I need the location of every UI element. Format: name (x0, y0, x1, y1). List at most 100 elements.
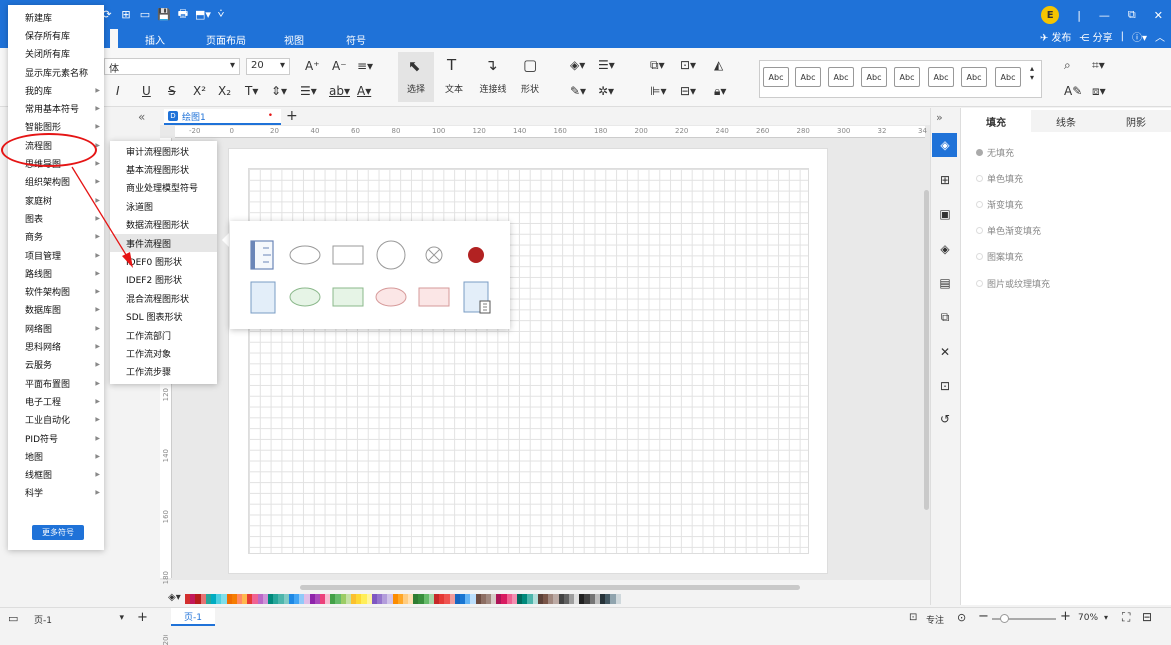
library-menu-item[interactable]: 图表 ▶ (8, 209, 104, 227)
library-menu-item[interactable]: 线框图 ▶ (8, 466, 104, 484)
customize-icon[interactable]: ⩒ (214, 7, 228, 21)
expand-panel-icon[interactable]: » (936, 111, 943, 124)
restore-icon[interactable]: ⧉ (1128, 8, 1136, 22)
shape-tool-icon[interactable]: ▢ (523, 56, 537, 74)
shape-doc-blue[interactable] (463, 281, 491, 314)
present-icon[interactable]: ⊡ (930, 375, 960, 397)
align-icon[interactable]: ≡▾ (357, 59, 373, 73)
fill-option-single-gradient[interactable]: 单色渐变填充 (976, 224, 1041, 237)
italic-icon[interactable]: I (116, 84, 120, 98)
shapes-icon[interactable]: ⧉ (930, 306, 960, 328)
document-tab[interactable]: D 绘图1 • (164, 109, 281, 125)
fill-option-picture[interactable]: 图片或纹理填充 (976, 277, 1050, 290)
page-tab[interactable]: 页-1 (171, 608, 215, 626)
flowchart-submenu-item[interactable]: SDL 图表形状 (110, 308, 217, 326)
style-swatch[interactable]: Abc (961, 67, 987, 87)
fill-option-gradient[interactable]: 渐变填充 (976, 198, 1023, 211)
library-menu-item[interactable]: 我的库 ▶ (8, 81, 104, 99)
fill-option-pattern[interactable]: 图案填充 (976, 250, 1023, 263)
shape-end-event[interactable] (468, 247, 484, 263)
style-swatch[interactable]: Abc (763, 67, 789, 87)
tab-view[interactable]: 视图 (282, 29, 306, 48)
zoom-slider-handle[interactable] (1000, 614, 1009, 623)
library-menu-item[interactable]: 数据库图 ▶ (8, 301, 104, 319)
page-view-icon[interactable]: ▭ (8, 612, 18, 625)
flowchart-submenu-item[interactable]: 事件流程图 (110, 234, 217, 253)
zoom-out-button[interactable]: − (978, 609, 989, 624)
tab-symbol[interactable]: 符号 (344, 29, 368, 48)
library-menu-item[interactable]: 关闭所有库 (8, 45, 104, 63)
library-menu-item[interactable]: 显示库元素名称 (8, 63, 104, 81)
library-menu-item[interactable]: PID符号 ▶ (8, 429, 104, 447)
tab-insert[interactable]: 插入 (124, 29, 186, 48)
fill-icon[interactable]: ◈▾ (570, 58, 585, 72)
font-color-icon[interactable]: A▾ (357, 84, 371, 98)
print-icon[interactable]: 🖶 (176, 5, 190, 24)
library-menu-item[interactable]: 工业自动化 ▶ (8, 411, 104, 429)
fit-page-icon[interactable]: ⊟ (1142, 610, 1152, 624)
library-menu-item[interactable]: 商务 ▶ (8, 228, 104, 246)
library-menu-item[interactable]: 软件架构图 ▶ (8, 283, 104, 301)
library-menu-item[interactable]: 电子工程 ▶ (8, 392, 104, 410)
fill-option-solid[interactable]: 单色填充 (976, 172, 1023, 185)
style-swatch[interactable]: Abc (928, 67, 954, 87)
flowchart-submenu-item[interactable]: 泳道图 (110, 197, 217, 215)
library-menu-item[interactable]: 常用基本符号 ▶ (8, 100, 104, 118)
flowchart-submenu-item[interactable]: 基本流程图形状 (110, 160, 217, 178)
vertical-scrollbar[interactable] (924, 190, 929, 510)
line-spacing-icon[interactable]: ⇕▾ (271, 84, 287, 98)
library-menu-item[interactable]: 云服务 ▶ (8, 356, 104, 374)
help-button[interactable]: ⓘ?▾ (1132, 29, 1147, 44)
history-icon[interactable]: ↺ (930, 408, 960, 430)
flowchart-submenu-item[interactable]: 审计流程图形状 (110, 142, 217, 160)
fill-option-none[interactable]: 无填充 (976, 146, 1014, 159)
layers-icon[interactable]: ◈ (930, 238, 960, 260)
crop-icon[interactable]: ⌗▾ (1092, 58, 1105, 73)
flowchart-submenu-item[interactable]: 混合流程图形状 (110, 289, 217, 307)
publish-button[interactable]: ✈ 发布 (1040, 29, 1072, 44)
library-menu-item[interactable]: 思科网络 ▶ (8, 337, 104, 355)
pen-icon[interactable]: ✎▾ (570, 84, 586, 98)
list-icon[interactable]: ☰▾ (300, 84, 317, 98)
grow-font-icon[interactable]: A⁺ (305, 59, 320, 73)
add-tab-button[interactable]: + (286, 108, 298, 124)
library-menu-item[interactable]: 项目管理 ▶ (8, 246, 104, 264)
share-button[interactable]: ⋲ 分享 (1079, 29, 1112, 44)
library-menu-item[interactable]: 科学 ▶ (8, 484, 104, 502)
grid-icon[interactable]: ⊞ (930, 169, 960, 191)
format-painter-icon[interactable]: A✎ (1064, 84, 1082, 98)
horizontal-scrollbar[interactable] (300, 585, 800, 590)
avatar[interactable]: E (1041, 6, 1060, 24)
subscript-icon[interactable]: X₂ (218, 84, 231, 98)
highlight-icon[interactable]: ab▾ (329, 84, 350, 98)
arrange-icon[interactable]: ⧉▾ (650, 58, 665, 73)
text-format-icon[interactable]: T▾ (245, 84, 258, 98)
library-menu-item[interactable]: 组织架构图 ▶ (8, 173, 104, 191)
zoom-level[interactable]: 70% (1078, 613, 1098, 623)
style-swatch[interactable]: Abc (861, 67, 887, 87)
library-menu-item[interactable]: 路线图 ▶ (8, 264, 104, 282)
shape-rect-pink[interactable] (418, 287, 450, 307)
shuffle-icon[interactable]: ✕ (930, 341, 960, 363)
find-replace-icon[interactable]: ⌕ (1064, 58, 1071, 73)
lock-icon[interactable]: 🔒︎▾ (714, 84, 726, 99)
underline-icon[interactable]: U (142, 84, 151, 98)
style-swatch[interactable]: Abc (795, 67, 821, 87)
shape-rect-blue[interactable] (250, 281, 276, 314)
shape-circle[interactable] (376, 240, 406, 270)
collapse-library-icon[interactable]: « (138, 110, 145, 124)
shape-ellipse-pink[interactable] (375, 287, 407, 307)
palette-color-swatch[interactable] (615, 594, 621, 604)
replace-shape-icon[interactable]: ⧈▾ (1092, 84, 1106, 99)
new-icon[interactable]: ⊞ (119, 8, 133, 21)
flowchart-submenu-item[interactable]: IDEF2 图形状 (110, 271, 217, 289)
font-name-select[interactable]: 体 ▾ (104, 58, 240, 75)
flowchart-submenu-item[interactable]: 商业处理模型符号 (110, 179, 217, 197)
style-swatch[interactable]: Abc (995, 67, 1021, 87)
page-select[interactable]: 页-1 ▾ (34, 613, 124, 627)
focus-icon[interactable]: ⊡ (909, 612, 917, 623)
effects-icon[interactable]: ✲▾ (598, 84, 614, 98)
connector-icon[interactable]: ↴ (485, 56, 498, 74)
shape-ellipse[interactable] (289, 245, 321, 265)
tab-page-layout[interactable]: 页面布局 (186, 29, 266, 48)
